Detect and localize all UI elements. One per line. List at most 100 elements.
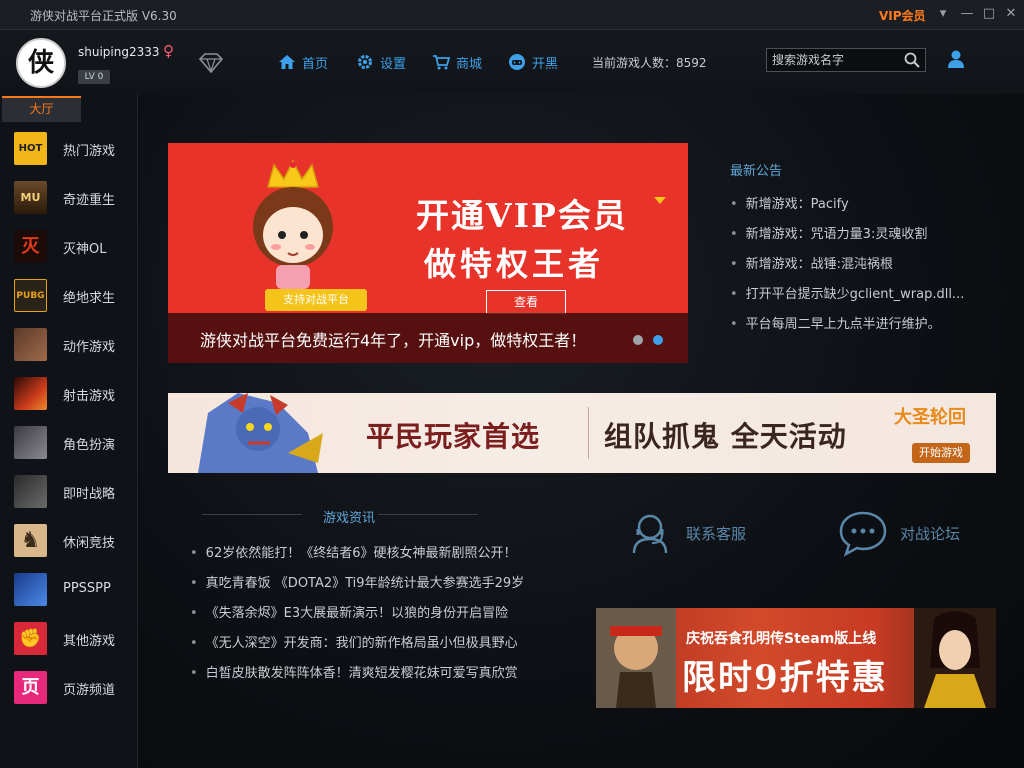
list-item[interactable]: 真吃青春饭 《DOTA2》Ti9年龄统计最大参赛选手29岁: [190, 572, 570, 602]
game-category-list: HOT 热门游戏 MU 奇迹重生 灭 灭神OL PUBG 绝地求生 动作游戏 射…: [0, 124, 138, 712]
nav-settings-label: 设置: [380, 56, 407, 72]
list-item[interactable]: 打开平台提示缺少gclient_wrap.dll...: [730, 283, 1010, 313]
list-item[interactable]: 62岁依然能打！《终结者6》硬核女神最新剧照公开！: [190, 542, 570, 572]
sidebar-item-webgame[interactable]: 页 页游频道: [0, 663, 138, 712]
announcements-list: 新增游戏：Pacify 新增游戏：咒语力量3:灵魂收割 新增游戏：战锤:混沌祸根…: [730, 193, 1010, 343]
sidebar-item-shooter[interactable]: 射击游戏: [0, 369, 138, 418]
start-game-button[interactable]: 开始游戏: [912, 443, 970, 463]
maximize-icon[interactable]: □: [980, 5, 998, 23]
avatar[interactable]: 侠: [16, 38, 66, 88]
sidebar-item-label: 奇迹重生: [63, 193, 116, 208]
minimize-icon[interactable]: —: [958, 5, 976, 23]
sidebar-item-hot[interactable]: HOT 热门游戏: [0, 124, 138, 173]
carousel-dot-1[interactable]: [633, 335, 643, 345]
banner-caption: 游侠对战平台免费运行4年了，开通vip，做特权王者！: [168, 313, 688, 363]
sidebar-item-label: 射击游戏: [63, 389, 116, 404]
event-banner-right-text: 组队抓鬼 全天活动: [604, 420, 847, 453]
rpg-icon: [14, 426, 47, 459]
nav-home-label: 首页: [302, 56, 329, 72]
nav-store[interactable]: 商城: [432, 52, 482, 72]
sidebar-item-label: 角色扮演: [63, 438, 116, 453]
ppsspp-icon: [14, 573, 47, 606]
search-icon[interactable]: [903, 51, 921, 69]
nav-party[interactable]: 开黑: [508, 52, 558, 72]
menu-dropdown-icon[interactable]: ▾: [934, 5, 952, 23]
title-bar: 游侠对战平台正式版 V6.30 VIP会员 ▾ — □ ✕: [0, 0, 1024, 30]
sidebar-item-label: 即时战略: [63, 487, 116, 502]
list-item[interactable]: 新增游戏：战锤:混沌祸根: [730, 253, 1010, 283]
headset-icon: [626, 509, 674, 561]
online-count: 当前游戏人数：8592: [592, 56, 707, 70]
female-icon: ♀: [163, 42, 174, 60]
level-badge: LV 0: [78, 70, 110, 84]
action-icon: [14, 328, 47, 361]
cart-icon: [432, 53, 451, 71]
rts-icon: [14, 475, 47, 508]
vip-mascot-image: [238, 157, 348, 297]
list-item[interactable]: 平台每周二早上九点半进行维护。: [730, 313, 1010, 343]
search-input[interactable]: [767, 49, 895, 71]
shooter-icon: [14, 377, 47, 410]
triangle-down-icon: [654, 197, 666, 204]
sidebar: 大厅 HOT 热门游戏 MU 奇迹重生 灭 灭神OL PUBG 绝地求生 动作游…: [0, 94, 138, 768]
tab-lobby[interactable]: 大厅: [2, 96, 81, 122]
support-badge: 支持对战平台: [265, 289, 367, 311]
promo-discount: 限时9折特惠: [682, 658, 888, 698]
sidebar-item-rts[interactable]: 即时战略: [0, 467, 138, 516]
sidebar-item-pubg[interactable]: PUBG 绝地求生: [0, 271, 138, 320]
list-item[interactable]: 《失落余烬》E3大展最新演示！以狼的身份开启冒险: [190, 602, 570, 632]
app-header: 侠 shuiping2333 ♀ LV 0 首页 设置 商城 开黑 当前游戏人数…: [0, 30, 1024, 94]
battle-forum-link[interactable]: 对战论坛: [838, 509, 998, 559]
username[interactable]: shuiping2333: [78, 45, 160, 59]
nav-store-label: 商城: [456, 56, 483, 72]
window-title: 游侠对战平台正式版 V6.30: [30, 9, 177, 23]
vip-banner[interactable]: 开通VIP会员 做特权王者 支持对战平台 查看 游侠对战平台免费运行4年了，开通…: [168, 143, 688, 363]
promo-banner[interactable]: 庆祝吞食孔明传Steam版上线 限时9折特惠: [596, 608, 996, 708]
promo-headline: 庆祝吞食孔明传Steam版上线: [686, 631, 877, 647]
gear-icon: [356, 53, 374, 71]
user-icon[interactable]: [945, 48, 967, 70]
diamond-icon[interactable]: [198, 53, 224, 78]
vip-banner-subline: 做特权王者: [424, 245, 605, 283]
monster-image: [188, 393, 328, 473]
contact-service-link[interactable]: 联系客服: [626, 509, 786, 559]
sidebar-item-label: 休闲竞技: [63, 536, 116, 551]
vip-member-link[interactable]: VIP会员: [879, 7, 926, 24]
sidebar-item-label: PPSSPP: [63, 581, 111, 596]
sidebar-item-label: 热门游戏: [63, 144, 116, 159]
warrior-image: [596, 608, 676, 708]
sidebar-item-action[interactable]: 动作游戏: [0, 320, 138, 369]
mieshen-icon: 灭: [14, 230, 47, 263]
list-item[interactable]: 新增游戏：Pacify: [730, 193, 1010, 223]
sidebar-item-ppsspp[interactable]: PPSSPP: [0, 565, 138, 614]
list-item[interactable]: 《无人深空》开发商：我们的新作格局虽小但极具野心: [190, 632, 570, 662]
hot-icon: HOT: [14, 132, 47, 165]
other-icon: ✊: [14, 622, 47, 655]
casual-icon: ♞: [14, 524, 47, 557]
sidebar-item-rpg[interactable]: 角色扮演: [0, 418, 138, 467]
pubg-icon: PUBG: [14, 279, 47, 312]
home-icon: [278, 53, 296, 71]
news-title: 游戏资讯: [323, 511, 376, 526]
close-icon[interactable]: ✕: [1002, 5, 1020, 23]
carousel-dot-2[interactable]: [653, 335, 663, 345]
sidebar-item-label: 页游频道: [63, 683, 116, 698]
announcements-title: 最新公告: [730, 164, 783, 179]
sidebar-item-casual[interactable]: ♞ 休闲竞技: [0, 516, 138, 565]
view-button[interactable]: 查看: [486, 290, 566, 314]
sidebar-item-other[interactable]: ✊ 其他游戏: [0, 614, 138, 663]
chat-bubble-icon: [838, 509, 888, 561]
nav-settings[interactable]: 设置: [356, 52, 406, 72]
sidebar-item-mieshen[interactable]: 灭 灭神OL: [0, 222, 138, 271]
list-item[interactable]: 新增游戏：咒语力量3:灵魂收割: [730, 223, 1010, 253]
event-banner[interactable]: 平民玩家首选 组队抓鬼 全天活动 大圣轮回 开始游戏: [168, 393, 996, 473]
webgame-icon: 页: [14, 671, 47, 704]
list-item[interactable]: 白皙皮肤散发阵阵体香！清爽短发樱花妹可爱写真欣赏: [190, 662, 570, 692]
sidebar-item-mu[interactable]: MU 奇迹重生: [0, 173, 138, 222]
news-list: 62岁依然能打！《终结者6》硬核女神最新剧照公开！ 真吃青春饭 《DOTA2》T…: [190, 542, 570, 692]
nav-party-label: 开黑: [532, 56, 559, 72]
battle-forum-label: 对战论坛: [900, 525, 961, 543]
banner-caption-text: 游侠对战平台免费运行4年了，开通vip，做特权王者！: [200, 331, 587, 350]
news-header: 游戏资讯: [190, 500, 570, 530]
nav-home[interactable]: 首页: [278, 52, 328, 72]
